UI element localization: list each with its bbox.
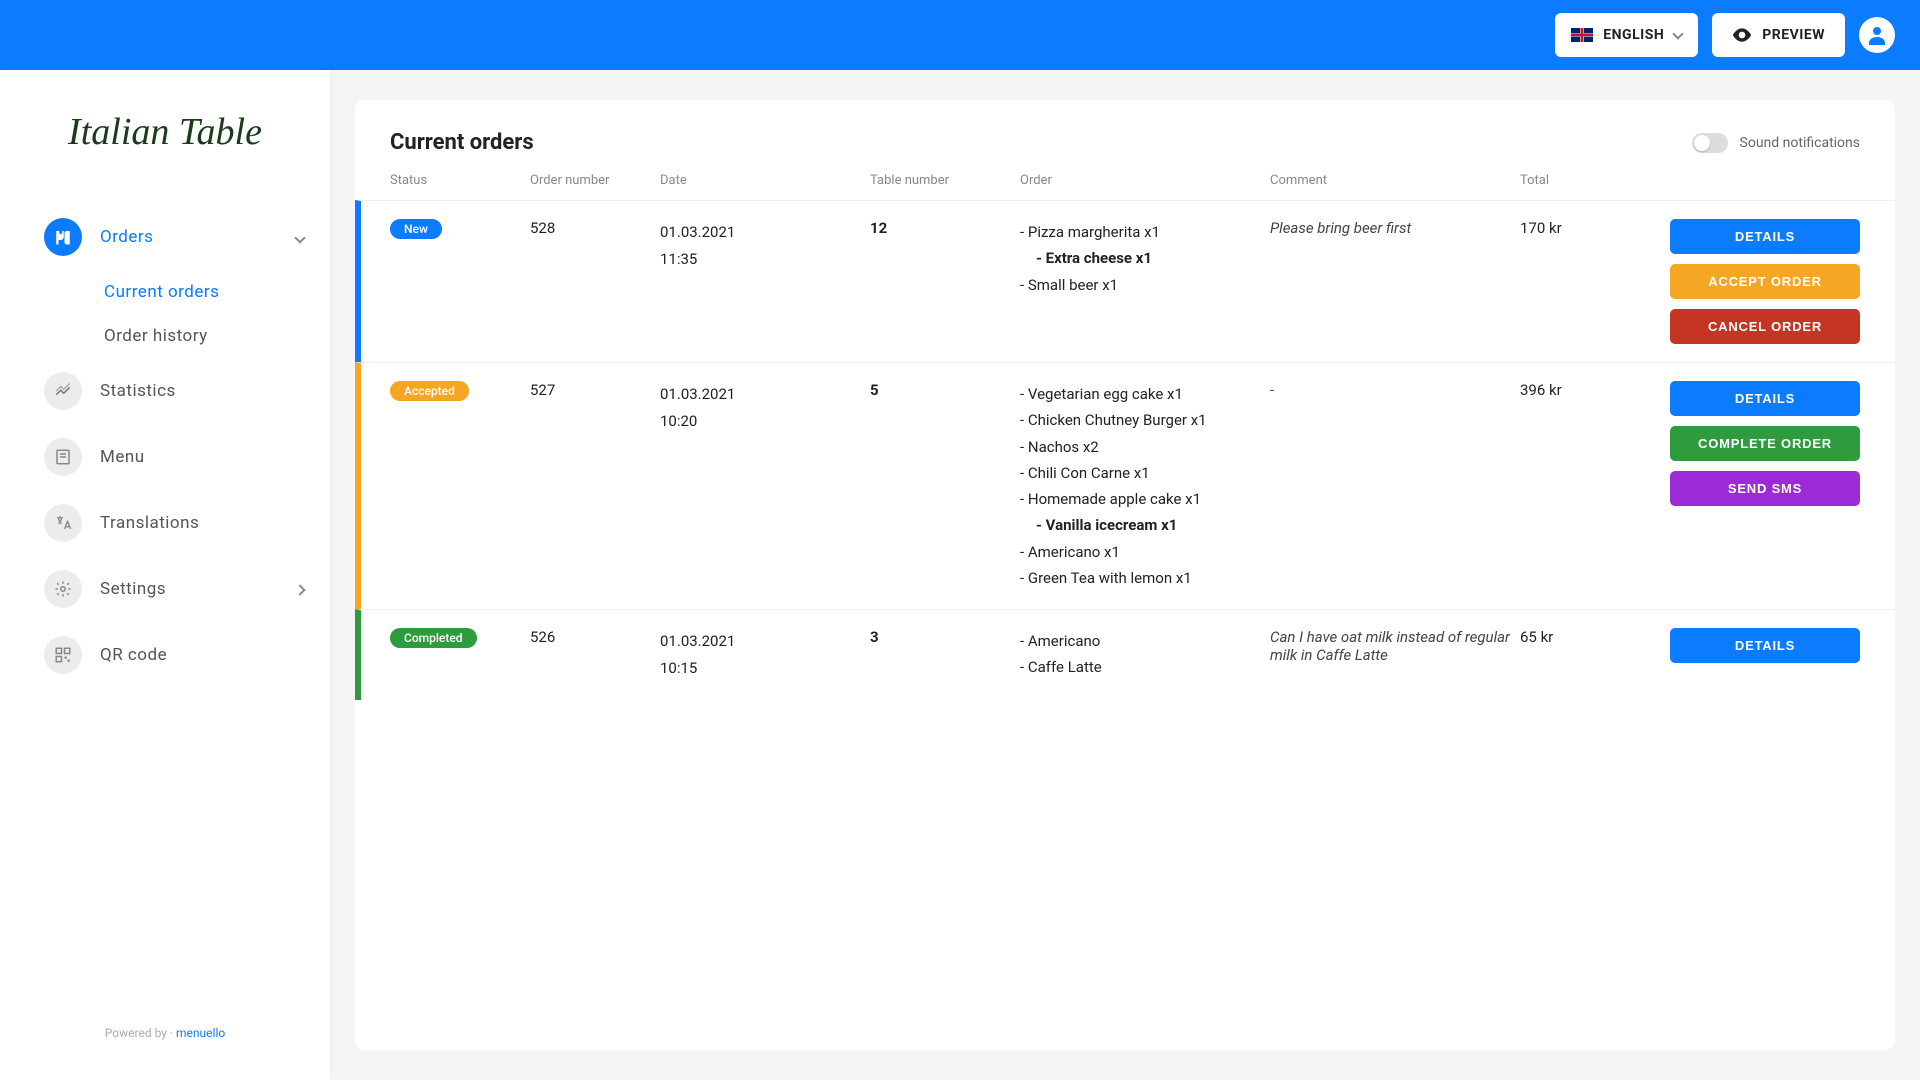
table-number: 3 (870, 628, 1020, 682)
person-icon (1865, 23, 1889, 47)
complete-order-button[interactable]: COMPLETE ORDER (1670, 426, 1860, 461)
preview-label: PREVIEW (1762, 27, 1825, 43)
language-selector[interactable]: ENGLISH (1555, 13, 1698, 57)
col-header-table-number: Table number (870, 173, 1020, 188)
sidebar: Italian Table Orders Current orders Orde… (0, 70, 330, 1080)
col-header-order: Order (1020, 173, 1270, 188)
order-total: 170 kr (1520, 219, 1640, 344)
order-date: 01.03.2021 (660, 219, 870, 246)
page-title: Current orders (390, 130, 534, 155)
col-header-status: Status (390, 173, 530, 188)
orders-table: Status Order number Date Table number Or… (355, 173, 1895, 700)
order-time: 10:20 (660, 408, 870, 435)
col-header-comment: Comment (1270, 173, 1520, 188)
statistics-icon (44, 372, 82, 410)
order-total: 65 kr (1520, 628, 1640, 682)
topbar: ENGLISH PREVIEW (0, 0, 1920, 70)
powered-by: Powered by · menuello (0, 1006, 330, 1060)
order-comment: Can I have oat milk instead of regular m… (1270, 628, 1520, 682)
table-row: Completed 52601.03.202110:153- Americano-… (355, 609, 1895, 700)
sound-notifications-label: Sound notifications (1740, 135, 1860, 151)
order-item: - Vanilla icecream x1 (1020, 512, 1270, 538)
main-content: Current orders Sound notifications Statu… (330, 70, 1920, 1080)
order-item: - Chicken Chutney Burger x1 (1020, 407, 1270, 433)
order-number: 526 (530, 628, 660, 682)
chevron-down-icon (296, 227, 304, 247)
order-item: - Americano (1020, 628, 1270, 654)
order-items: - Americano- Caffe Latte (1020, 628, 1270, 682)
send-sms-button[interactable]: SEND SMS (1670, 471, 1860, 506)
order-item: - Green Tea with lemon x1 (1020, 565, 1270, 591)
table-row: New 52801.03.202111:3512- Pizza margherit… (355, 200, 1895, 362)
order-item: - Small beer x1 (1020, 272, 1270, 298)
order-total: 396 kr (1520, 381, 1640, 591)
sidebar-item-label: Statistics (100, 381, 176, 401)
qr-code-icon (44, 636, 82, 674)
accept-order-button[interactable]: ACCEPT ORDER (1670, 264, 1860, 299)
order-number: 527 (530, 381, 660, 591)
details-button[interactable]: DETAILS (1670, 381, 1860, 416)
sidebar-item-label: Settings (100, 579, 166, 599)
uk-flag-icon (1571, 28, 1593, 42)
order-items: - Vegetarian egg cake x1- Chicken Chutne… (1020, 381, 1270, 591)
row-actions: DETAILS (1670, 628, 1860, 682)
status-badge: Completed (390, 628, 477, 648)
language-label: ENGLISH (1603, 27, 1664, 43)
order-date: 01.03.2021 (660, 381, 870, 408)
col-header-total: Total (1520, 173, 1640, 188)
sidebar-item-settings[interactable]: Settings (44, 556, 330, 622)
powered-link[interactable]: menuello (176, 1026, 225, 1040)
order-comment: Please bring beer first (1270, 219, 1520, 344)
table-number: 5 (870, 381, 1020, 591)
order-item: - Chili Con Carne x1 (1020, 460, 1270, 486)
sound-notifications-toggle[interactable] (1692, 133, 1728, 153)
col-header-date: Date (660, 173, 870, 188)
sidebar-item-translations[interactable]: Translations (44, 490, 330, 556)
sidebar-item-statistics[interactable]: Statistics (44, 358, 330, 424)
order-item: - Pizza margherita x1 (1020, 219, 1270, 245)
orders-icon (44, 218, 82, 256)
order-items: - Pizza margherita x1- Extra cheese x1- … (1020, 219, 1270, 344)
order-item: - Vegetarian egg cake x1 (1020, 381, 1270, 407)
details-button[interactable]: DETAILS (1670, 628, 1860, 663)
order-time: 11:35 (660, 246, 870, 273)
order-item: - Americano x1 (1020, 539, 1270, 565)
avatar[interactable] (1859, 17, 1895, 53)
order-item: - Caffe Latte (1020, 654, 1270, 680)
order-date: 01.03.2021 (660, 628, 870, 655)
logo: Italian Table (0, 110, 330, 154)
details-button[interactable]: DETAILS (1670, 219, 1860, 254)
table-header: Status Order number Date Table number Or… (355, 173, 1895, 200)
order-item: - Extra cheese x1 (1020, 245, 1270, 271)
order-number: 528 (530, 219, 660, 344)
subnav-order-history[interactable]: Order history (104, 314, 330, 358)
status-badge: New (390, 219, 442, 239)
settings-icon (44, 570, 82, 608)
subnav-current-orders[interactable]: Current orders (104, 270, 330, 314)
chevron-right-icon (296, 579, 304, 599)
order-time: 10:15 (660, 655, 870, 682)
order-item: - Nachos x2 (1020, 434, 1270, 460)
col-header-order-number: Order number (530, 173, 660, 188)
sidebar-item-menu[interactable]: Menu (44, 424, 330, 490)
menu-icon (44, 438, 82, 476)
sidebar-item-label: QR code (100, 645, 167, 665)
eye-icon (1732, 28, 1752, 42)
order-comment: - (1270, 381, 1520, 591)
cancel-order-button[interactable]: CANCEL ORDER (1670, 309, 1860, 344)
table-row: Accepted 52701.03.202110:205- Vegetarian … (355, 362, 1895, 609)
sidebar-item-label: Menu (100, 447, 145, 467)
row-actions: DETAILS ACCEPT ORDER CANCEL ORDER (1670, 219, 1860, 344)
status-badge: Accepted (390, 381, 469, 401)
chevron-down-icon (1673, 28, 1684, 39)
sidebar-item-label: Orders (100, 227, 153, 247)
row-actions: DETAILS COMPLETE ORDER SEND SMS (1670, 381, 1860, 591)
order-item: - Homemade apple cake x1 (1020, 486, 1270, 512)
sidebar-item-label: Translations (100, 513, 199, 533)
sidebar-item-orders[interactable]: Orders (44, 204, 330, 270)
preview-button[interactable]: PREVIEW (1712, 13, 1845, 57)
sidebar-item-qr-code[interactable]: QR code (44, 622, 330, 688)
translations-icon (44, 504, 82, 542)
table-number: 12 (870, 219, 1020, 344)
